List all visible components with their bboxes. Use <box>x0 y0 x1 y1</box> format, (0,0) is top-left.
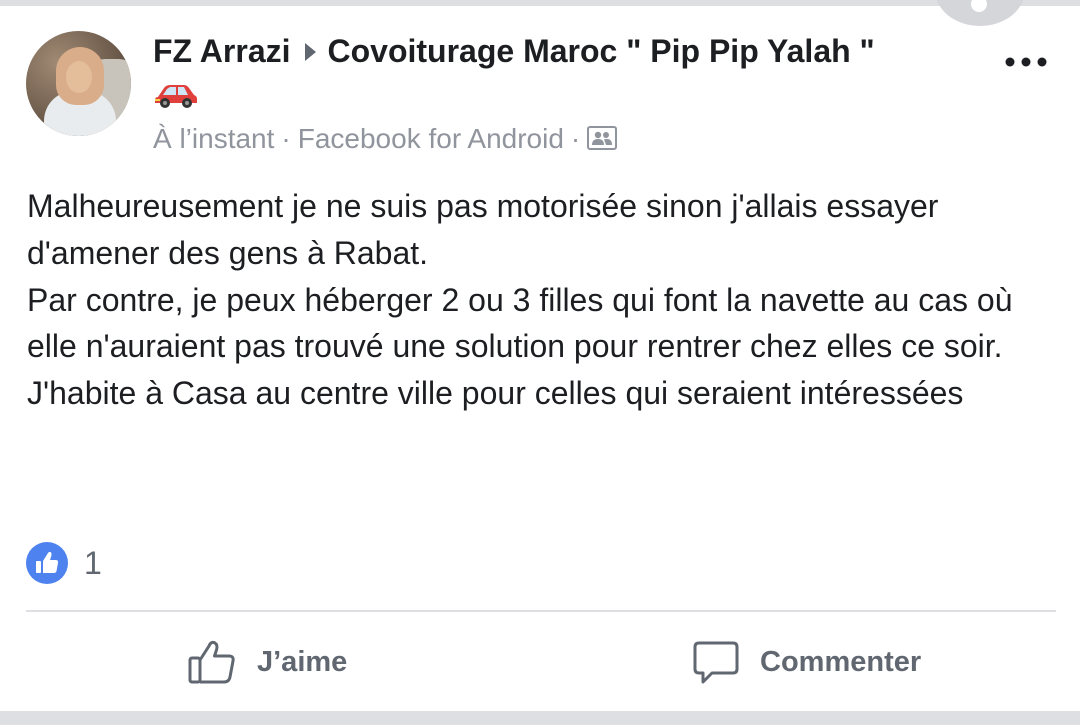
post-paragraph: Malheureusement je ne suis pas motorisée… <box>27 188 939 271</box>
author-name[interactable]: FZ Arrazi <box>153 33 291 69</box>
like-reaction-badge <box>26 542 68 584</box>
divider <box>26 610 1056 612</box>
more-options-icon[interactable] <box>1000 44 1052 80</box>
thumbs-up-outline-icon <box>188 640 235 684</box>
like-button[interactable]: J’aime <box>187 632 347 692</box>
post-meta: À l’instant · Facebook for Android · <box>153 117 983 161</box>
comment-button-label: Commenter <box>760 645 922 678</box>
comment-bubble-icon <box>693 641 739 684</box>
like-icon <box>36 551 59 573</box>
group-name[interactable]: Covoiturage Maroc " Pip Pip Yalah " <box>328 33 875 69</box>
post-timestamp[interactable]: À l’instant <box>153 123 274 154</box>
floating-action-button[interactable] <box>935 0 1025 26</box>
meta-separator: · <box>570 123 581 154</box>
post-header: FZ Arrazi Covoiturage Maroc " Pip Pip Yal… <box>153 29 983 161</box>
group-privacy-icon[interactable] <box>587 125 618 150</box>
feed-separator <box>0 711 1080 725</box>
author-avatar[interactable] <box>26 31 131 136</box>
post-source: Facebook for Android <box>297 123 564 154</box>
meta-separator: · <box>281 123 291 154</box>
arrow-right-icon <box>304 42 316 61</box>
comment-button[interactable]: Commenter <box>692 632 921 692</box>
post-body: Malheureusement je ne suis pas motorisée… <box>27 183 1062 417</box>
post-paragraph: J'habite à Casa au centre ville pour cel… <box>27 375 964 412</box>
like-button-label: J’aime <box>257 645 348 678</box>
reaction-count: 1 <box>84 545 102 581</box>
previous-post-edge <box>0 0 1080 6</box>
red-car-icon <box>155 85 197 108</box>
post-title-line: FZ Arrazi Covoiturage Maroc " Pip Pip Yal… <box>153 29 983 73</box>
post-paragraph: Par contre, je peux héberger 2 ou 3 fill… <box>27 281 1013 365</box>
